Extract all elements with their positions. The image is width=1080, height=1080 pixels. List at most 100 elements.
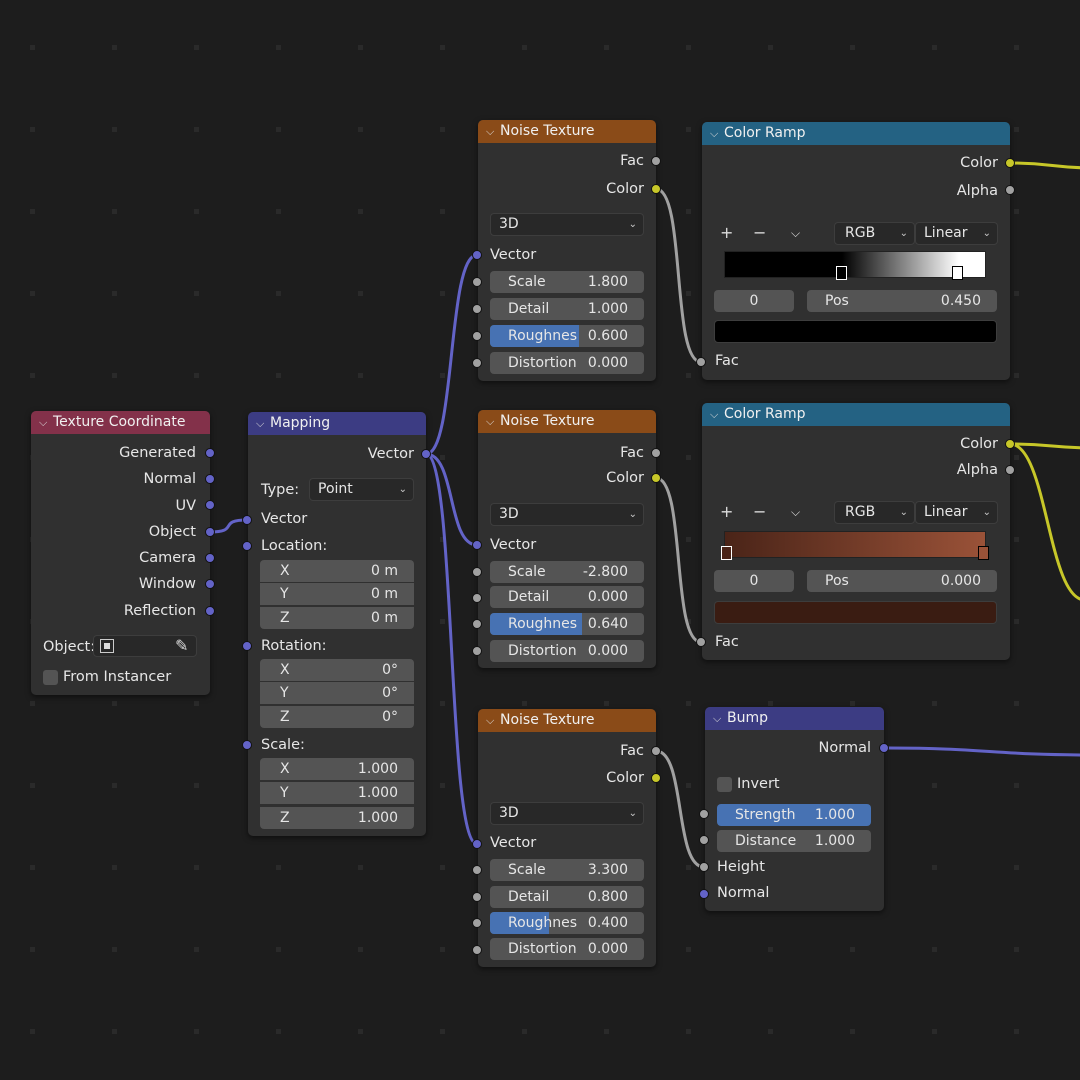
remove-stop-icon[interactable]: −: [753, 223, 766, 243]
socket-ramp1-alpha[interactable]: [1005, 185, 1015, 195]
socket-window[interactable]: [205, 579, 215, 589]
distance-field[interactable]: Distance 1.000: [717, 830, 871, 852]
socket-noise2-color[interactable]: [651, 473, 661, 483]
socket-noise2-distortion[interactable]: [472, 646, 482, 656]
noise-texture-node-2[interactable]: ⌵ Noise Texture Fac Color 3D ⌄ Vector Scal…: [478, 410, 656, 668]
socket-bump-normal-out[interactable]: [879, 743, 889, 753]
color-ramp-node-1[interactable]: ⌵ Color Ramp Color Alpha + − ⌵ RGB ⌄ Linea…: [702, 122, 1010, 380]
node-header[interactable]: ⌵ Noise Texture: [478, 120, 656, 143]
scale-x-field[interactable]: X 1.000: [260, 758, 414, 780]
location-z-field[interactable]: Z0 m: [260, 607, 414, 629]
stop-color-swatch[interactable]: [714, 601, 997, 624]
socket-uv[interactable]: [205, 500, 215, 510]
interpolation-dropdown[interactable]: Linear ⌄: [915, 222, 998, 245]
strength-slider[interactable]: Strength 1.000: [717, 804, 871, 826]
distortion-field[interactable]: Distortion 0.000: [490, 938, 644, 960]
color-ramp-node-2[interactable]: ⌵ Color Ramp Color Alpha + − ⌵ RGB ⌄ Linea…: [702, 403, 1010, 660]
socket-noise3-scale[interactable]: [472, 865, 482, 875]
bump-node[interactable]: ⌵ Bump Normal Invert Strength 1.000 Distan…: [705, 707, 884, 911]
type-dropdown[interactable]: Point ⌄: [309, 478, 414, 501]
socket-mapping-vector-in[interactable]: [242, 515, 252, 525]
dimensions-dropdown[interactable]: 3D ⌄: [490, 213, 644, 236]
socket-noise2-detail[interactable]: [472, 593, 482, 603]
roughness-slider[interactable]: Roughnes 0.400: [490, 912, 644, 934]
mapping-node[interactable]: ⌵ Mapping Vector Type: Point ⌄ Vector Loca…: [248, 412, 426, 836]
ramp-stop-handle[interactable]: [978, 546, 989, 560]
socket-noise1-color[interactable]: [651, 184, 661, 194]
dimensions-dropdown[interactable]: 3D ⌄: [490, 802, 644, 825]
node-header[interactable]: ⌵ Mapping: [248, 412, 426, 435]
scale-field[interactable]: Scale 3.300: [490, 859, 644, 881]
scale-z-field[interactable]: Z 1.000: [260, 807, 414, 829]
socket-noise3-detail[interactable]: [472, 892, 482, 902]
texture-coordinate-node[interactable]: ⌵ Texture Coordinate Generated Normal UV …: [31, 411, 210, 695]
ramp-stop-handle[interactable]: [836, 266, 847, 280]
socket-reflection[interactable]: [205, 606, 215, 616]
interpolation-dropdown[interactable]: Linear ⌄: [915, 501, 998, 524]
socket-ramp2-color[interactable]: [1005, 439, 1015, 449]
color-mode-dropdown[interactable]: RGB ⌄: [834, 501, 915, 524]
node-header[interactable]: ⌵ Bump: [705, 707, 884, 730]
socket-noise3-color[interactable]: [651, 773, 661, 783]
socket-scale[interactable]: [242, 740, 252, 750]
socket-bump-strength[interactable]: [699, 809, 709, 819]
color-mode-dropdown[interactable]: RGB ⌄: [834, 222, 915, 245]
color-ramp-gradient[interactable]: [724, 251, 986, 278]
node-header[interactable]: ⌵ Color Ramp: [702, 403, 1010, 426]
collapse-chevron-icon[interactable]: ⌵: [486, 410, 500, 433]
socket-ramp1-color[interactable]: [1005, 158, 1015, 168]
rotation-x-field[interactable]: X 0°: [260, 659, 414, 681]
color-ramp-gradient[interactable]: [724, 531, 986, 558]
ramp-stop-handle[interactable]: [952, 266, 963, 280]
socket-object[interactable]: [205, 527, 215, 537]
scale-y-field[interactable]: Y 1.000: [260, 782, 414, 804]
socket-noise3-distortion[interactable]: [472, 945, 482, 955]
socket-noise1-distortion[interactable]: [472, 358, 482, 368]
socket-camera[interactable]: [205, 553, 215, 563]
roughness-slider[interactable]: Roughnes 0.640: [490, 613, 644, 635]
socket-generated[interactable]: [205, 448, 215, 458]
stop-index-field[interactable]: 0: [714, 570, 794, 592]
stop-position-field[interactable]: Pos 0.000: [807, 570, 997, 592]
dimensions-dropdown[interactable]: 3D ⌄: [490, 503, 644, 526]
add-stop-icon[interactable]: +: [720, 502, 733, 522]
socket-ramp1-fac[interactable]: [696, 357, 706, 367]
socket-noise3-fac[interactable]: [651, 746, 661, 756]
scale-field[interactable]: Scale -2.800: [490, 561, 644, 583]
socket-mapping-vector-out[interactable]: [421, 449, 431, 459]
socket-noise3-roughness[interactable]: [472, 918, 482, 928]
scale-field[interactable]: Scale 1.800: [490, 271, 644, 293]
collapse-chevron-icon[interactable]: ⌵: [710, 122, 724, 145]
collapse-chevron-icon[interactable]: ⌵: [486, 709, 500, 732]
node-header[interactable]: ⌵ Color Ramp: [702, 122, 1010, 145]
add-stop-icon[interactable]: +: [720, 223, 733, 243]
socket-noise1-scale[interactable]: [472, 277, 482, 287]
socket-noise1-detail[interactable]: [472, 304, 482, 314]
socket-ramp2-fac[interactable]: [696, 637, 706, 647]
ramp-stop-handle[interactable]: [721, 546, 732, 560]
socket-noise1-fac[interactable]: [651, 156, 661, 166]
node-header[interactable]: ⌵ Texture Coordinate: [31, 411, 210, 434]
socket-noise2-scale[interactable]: [472, 567, 482, 577]
location-y-field[interactable]: Y0 m: [260, 583, 414, 605]
stop-index-field[interactable]: 0: [714, 290, 794, 312]
detail-field[interactable]: Detail 0.000: [490, 586, 644, 608]
from-instancer-checkbox[interactable]: [43, 670, 58, 685]
noise-texture-node-3[interactable]: ⌵ Noise Texture Fac Color 3D ⌄ Vector Scal…: [478, 709, 656, 967]
stop-color-swatch[interactable]: [714, 320, 997, 343]
socket-bump-height[interactable]: [699, 862, 709, 872]
detail-field[interactable]: Detail 0.800: [490, 886, 644, 908]
socket-bump-normal-in[interactable]: [699, 889, 709, 899]
location-x-field[interactable]: X0 m: [260, 560, 414, 582]
roughness-slider[interactable]: Roughnes 0.600: [490, 325, 644, 347]
rotation-z-field[interactable]: Z 0°: [260, 706, 414, 728]
socket-rotation[interactable]: [242, 641, 252, 651]
ramp-menu-chevron-icon[interactable]: ⌵: [791, 502, 800, 522]
socket-noise3-vector[interactable]: [472, 839, 482, 849]
collapse-chevron-icon[interactable]: ⌵: [256, 412, 270, 435]
eyedropper-icon[interactable]: ✎: [175, 636, 188, 656]
node-header[interactable]: ⌵ Noise Texture: [478, 709, 656, 732]
socket-ramp2-alpha[interactable]: [1005, 465, 1015, 475]
collapse-chevron-icon[interactable]: ⌵: [486, 120, 500, 143]
rotation-y-field[interactable]: Y 0°: [260, 682, 414, 704]
